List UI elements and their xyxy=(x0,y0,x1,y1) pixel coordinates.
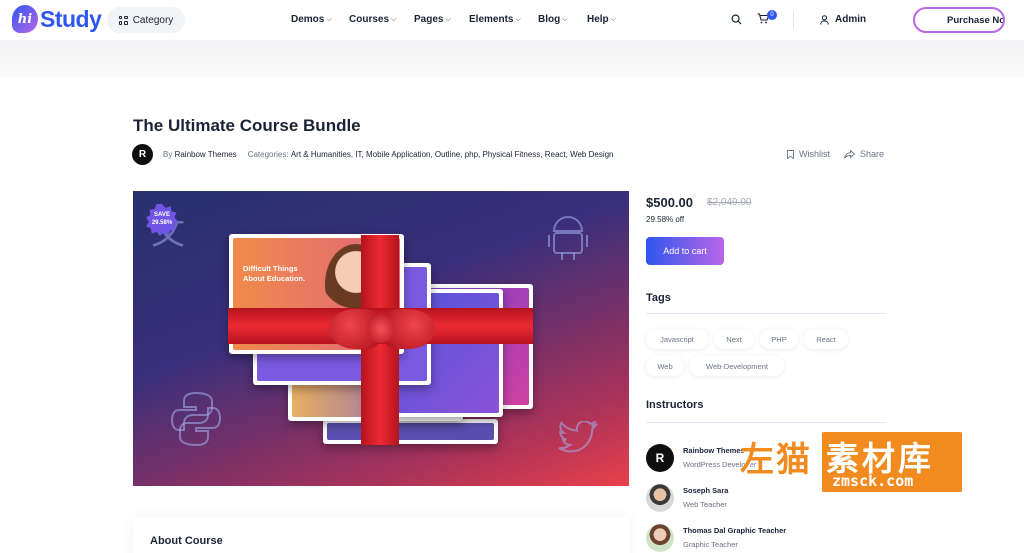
nav-label: Demos xyxy=(291,14,325,25)
avatar xyxy=(646,484,674,512)
course-meta: R By Rainbow Themes Categories: Art & Hu… xyxy=(132,144,614,165)
instructor-name: Thomas Dal Graphic Teacher xyxy=(683,526,787,535)
discount-label: 29.58% off xyxy=(646,215,685,224)
tag-chip[interactable]: Next xyxy=(714,329,754,349)
purchase-now-button[interactable]: Purchase No xyxy=(913,7,1005,33)
android-icon xyxy=(548,209,588,270)
search-icon[interactable] xyxy=(731,14,742,28)
share-label: Share xyxy=(860,149,885,159)
tag-chip[interactable]: Web xyxy=(646,356,684,376)
chevron-down-icon: ⌵ xyxy=(391,15,397,23)
category-label: Category xyxy=(132,14,174,26)
categories-links[interactable]: Art & Humanities, IT, Mobile Application… xyxy=(291,150,614,159)
category-button[interactable]: Category xyxy=(107,7,185,33)
about-course-title: About Course xyxy=(150,535,223,547)
nav-label: Courses xyxy=(349,14,390,25)
wishlist-label: Wishlist xyxy=(799,149,830,159)
logo-text: Study xyxy=(40,5,102,32)
instructor-item[interactable]: Thomas Dal Graphic Teacher Graphic Teach… xyxy=(646,524,786,552)
course-actions: Wishlist Share xyxy=(787,149,884,159)
categories-prefix: Categories: xyxy=(247,150,289,159)
thumbnail-card-title: Difficult Things About Education. xyxy=(243,264,306,284)
twitter-icon xyxy=(558,419,599,464)
nav-label: Pages xyxy=(414,14,444,25)
course-thumbnail: 文 Difficult Things About Education. SAVE… xyxy=(133,191,629,486)
author-link[interactable]: Rainbow Themes xyxy=(175,150,237,159)
nav-elements[interactable]: Elements ⌵ xyxy=(469,14,538,25)
watermark-url: zmsck.com xyxy=(832,472,914,490)
cart-count-badge: 0 xyxy=(767,10,777,20)
save-label: SAVE xyxy=(154,212,170,219)
nav-label: Elements xyxy=(469,14,514,25)
watermark-text-left: 左猫 xyxy=(740,440,812,480)
share-button[interactable]: Share xyxy=(844,149,884,159)
python-icon xyxy=(170,391,222,456)
site-logo[interactable]: hi Study xyxy=(12,5,102,33)
chevron-down-icon: ⌵ xyxy=(610,15,616,23)
instructor-item[interactable]: Soseph Sara Web Teacher xyxy=(646,484,728,512)
page-title: The Ultimate Course Bundle xyxy=(133,116,361,135)
admin-menu[interactable]: Admin xyxy=(820,14,866,25)
author-prefix: By xyxy=(163,150,173,159)
instructor-role: Graphic Teacher xyxy=(683,540,738,549)
instructors-divider xyxy=(646,422,886,423)
save-percent: 29.58% xyxy=(151,220,173,226)
user-icon xyxy=(820,14,829,25)
breadcrumb-band xyxy=(0,40,1024,78)
add-to-cart-button[interactable]: Add to cart xyxy=(646,237,724,265)
share-icon xyxy=(844,149,855,159)
instructor-name: Soseph Sara xyxy=(683,486,729,495)
tags-divider xyxy=(646,313,886,314)
nav-help[interactable]: Help ⌵ xyxy=(587,14,627,25)
avatar: R xyxy=(646,444,674,472)
chevron-down-icon: ⌵ xyxy=(326,15,332,23)
nav-pages[interactable]: Pages ⌵ xyxy=(414,14,469,25)
chevron-down-icon: ⌵ xyxy=(445,15,451,23)
nav-demos[interactable]: Demos ⌵ xyxy=(291,14,349,25)
main-nav: Demos ⌵ Courses ⌵ Pages ⌵ Elements ⌵ Blog ⌵ H… xyxy=(291,14,627,25)
header-divider xyxy=(793,11,794,29)
instructor-role: Web Teacher xyxy=(683,500,727,509)
wishlist-button[interactable]: Wishlist xyxy=(787,149,830,159)
logo-mark: hi xyxy=(12,5,38,33)
tag-chip[interactable]: Javascript xyxy=(646,329,708,349)
nav-blog[interactable]: Blog ⌵ xyxy=(538,14,587,25)
instructors-title: Instructors xyxy=(646,399,704,411)
avatar xyxy=(646,524,674,552)
tag-chip[interactable]: React xyxy=(804,329,848,349)
site-header: hi Study Category Demos ⌵ Courses ⌵ Pages ⌵… xyxy=(0,0,1024,40)
grid-icon xyxy=(118,15,128,25)
tags-title: Tags xyxy=(646,292,671,304)
nav-label: Help xyxy=(587,14,609,25)
admin-label: Admin xyxy=(835,14,867,25)
chevron-down-icon: ⌵ xyxy=(515,15,521,23)
chevron-down-icon: ⌵ xyxy=(562,15,568,23)
bookmark-icon xyxy=(787,149,794,159)
nav-label: Blog xyxy=(538,14,561,25)
nav-courses[interactable]: Courses ⌵ xyxy=(349,14,414,25)
current-price: $500.00 xyxy=(646,195,693,210)
tag-chip[interactable]: Web-Development xyxy=(690,356,784,376)
author-avatar[interactable]: R xyxy=(132,144,153,165)
old-price: $2,049.00 xyxy=(707,197,752,208)
tag-chip[interactable]: PHP xyxy=(760,329,798,349)
watermark: 左猫 素材库 zmsck.com xyxy=(740,432,962,492)
